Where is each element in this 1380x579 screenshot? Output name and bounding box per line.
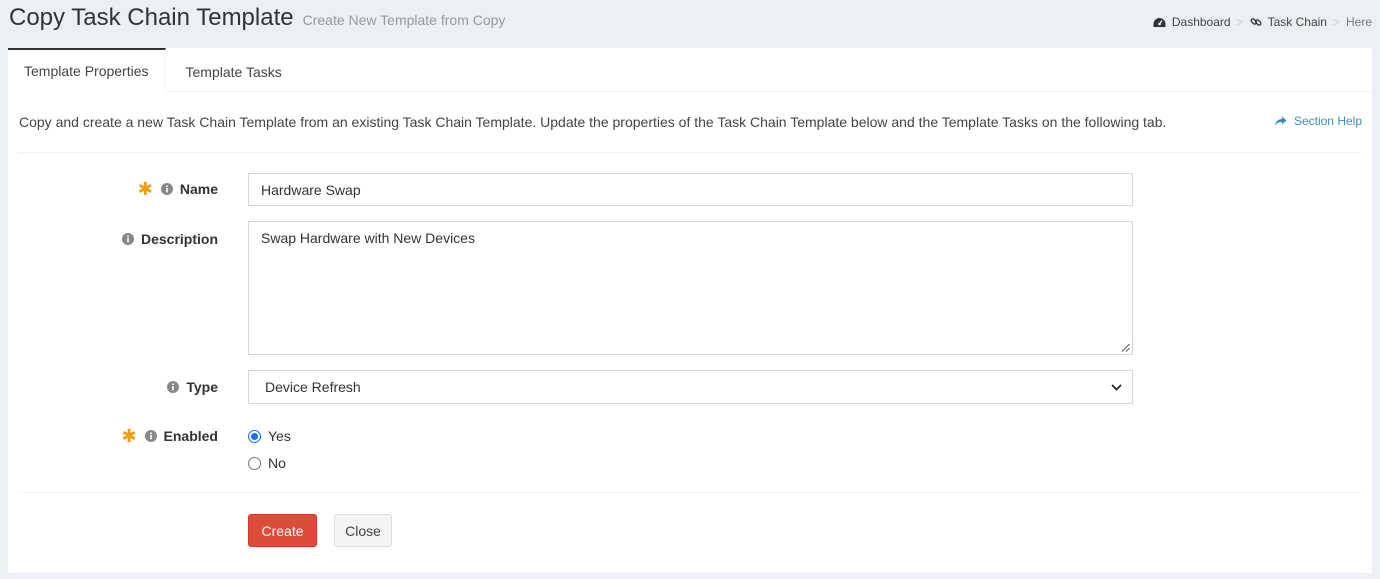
radio-unchecked-icon[interactable] [248, 456, 261, 470]
section-help-label: Section Help [1293, 114, 1362, 128]
info-icon[interactable] [160, 183, 173, 195]
dashboard-icon [1153, 17, 1166, 27]
info-icon[interactable] [121, 233, 134, 245]
info-icon[interactable] [144, 430, 157, 442]
description-value: Swap Hardware with New Devices [261, 230, 475, 246]
name-value: Hardware Swap [261, 181, 361, 198]
intro-text: Copy and create a new Task Chain Templat… [19, 114, 1167, 130]
divider [19, 492, 1362, 493]
breadcrumb-current: Here [1345, 15, 1372, 29]
description-label: Description [140, 231, 218, 247]
info-icon[interactable] [167, 381, 180, 393]
breadcrumb-dashboard[interactable]: Dashboard [1153, 15, 1231, 29]
radio-label: Yes [268, 428, 291, 444]
resize-grip-icon[interactable] [1121, 343, 1130, 352]
content-box: Template Properties Template Tasks Copy … [8, 48, 1372, 573]
breadcrumb-label: Dashboard [1171, 15, 1231, 29]
required-asterisk-icon: ✱ [137, 179, 153, 199]
breadcrumb-separator: > [1236, 15, 1244, 29]
enabled-label: Enabled [163, 428, 218, 444]
type-value: Device Refresh [265, 379, 361, 395]
enabled-label-group: ✱ Enabled [121, 426, 218, 446]
name-input[interactable]: Hardware Swap [248, 173, 1133, 206]
tab-template-properties[interactable]: Template Properties [8, 48, 166, 92]
chevron-down-icon [1111, 383, 1122, 391]
page-subtitle: Create New Template from Copy [302, 12, 506, 28]
radio-checked-icon[interactable] [248, 429, 261, 443]
section-help-link[interactable]: Section Help [1274, 114, 1362, 128]
breadcrumb-separator: > [1332, 15, 1340, 29]
enabled-no-radio[interactable]: No [248, 455, 286, 471]
type-label: Type [186, 379, 218, 395]
breadcrumb-task-chain[interactable]: Task Chain [1250, 15, 1327, 29]
divider [19, 152, 1362, 153]
page-header: Copy Task Chain Template Create New Temp… [9, 4, 505, 38]
tab-bar: Template Properties Template Tasks [8, 48, 1372, 92]
breadcrumb: Dashboard > Task Chain > Here [1153, 15, 1372, 29]
create-button[interactable]: Create [248, 514, 317, 547]
breadcrumb-label: Task Chain [1267, 15, 1327, 29]
share-arrow-icon [1274, 116, 1287, 126]
radio-label: No [268, 455, 286, 471]
required-asterisk-icon: ✱ [121, 426, 137, 446]
name-label: Name [179, 181, 218, 197]
description-label-group: Description [121, 231, 218, 247]
link-icon [1250, 18, 1262, 26]
page-title: Copy Task Chain Template [9, 4, 294, 31]
type-select[interactable]: Device Refresh [248, 370, 1133, 404]
description-textarea[interactable]: Swap Hardware with New Devices [248, 221, 1133, 355]
type-label-group: Type [167, 379, 218, 395]
name-label-group: ✱ Name [137, 179, 218, 199]
enabled-yes-radio[interactable]: Yes [248, 428, 291, 444]
close-button[interactable]: Close [334, 514, 392, 547]
tab-template-tasks[interactable]: Template Tasks [170, 48, 298, 92]
